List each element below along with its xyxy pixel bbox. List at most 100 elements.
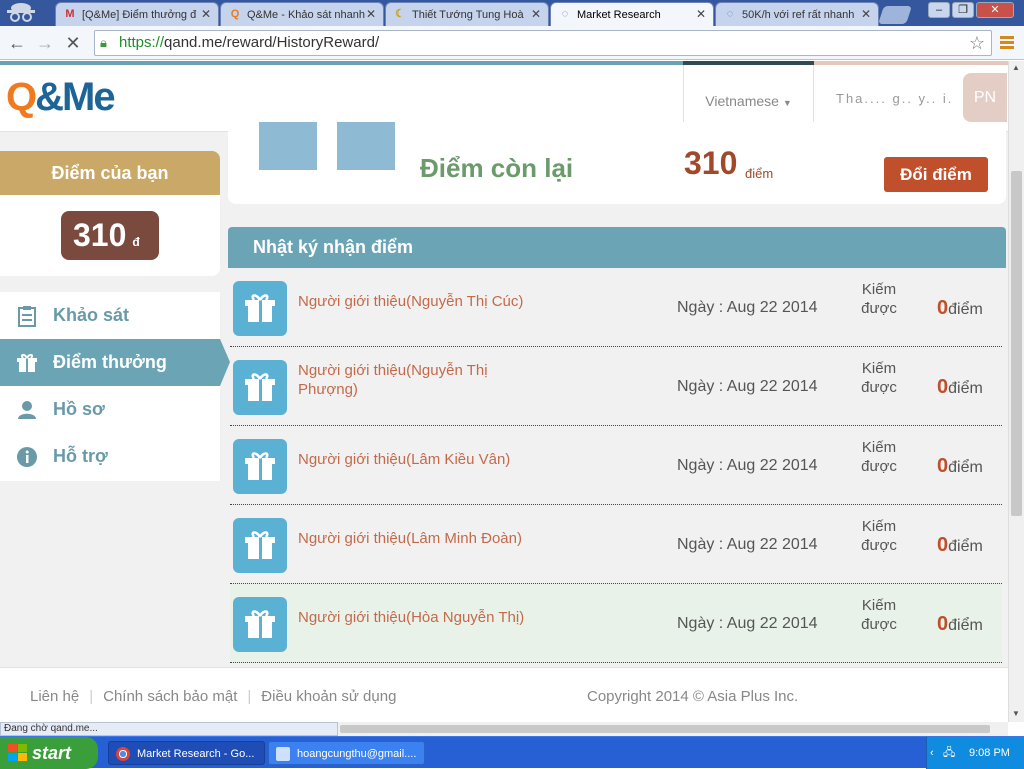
header-stripe	[814, 61, 1008, 65]
log-date: Ngày : Aug 22 2014	[677, 615, 818, 632]
terms-link[interactable]: Điều khoản sử dụng	[261, 688, 396, 705]
sidebar: Khảo sát Điểm thưởng Hồ sơ Hỗ trợ	[0, 292, 230, 481]
incognito-profile-icon[interactable]	[4, 1, 44, 25]
system-tray: ‹ 🖧︎ 9:08 PM	[926, 737, 1024, 769]
header-stripe	[0, 61, 683, 65]
sidebar-item-rewards[interactable]: Điểm thưởng	[0, 339, 230, 386]
earned-points: 0điểm	[937, 297, 983, 319]
sidebar-item-survey[interactable]: Khảo sát	[0, 292, 220, 339]
document-icon	[276, 747, 290, 761]
copyright: Copyright 2014 © Asia Plus Inc.	[587, 688, 799, 705]
close-tab-icon[interactable]: ✕	[696, 7, 706, 21]
page-viewport: Q&Me Vietnamese ▼ Tha.... g.. y.. i. PN …	[0, 61, 1008, 722]
divider: |	[89, 688, 94, 705]
points-log-list: Người giới thiệu(Nguyễn Thị Cúc) Ngày : …	[230, 268, 1002, 663]
earned-points: 0điểm	[937, 613, 983, 635]
browser-tab-2[interactable]: Q Q&Me - Khảo sát nhanh ✕	[220, 2, 384, 26]
browser-tab-5[interactable]: ◌ 50K/h với ref rất nhanh ✕	[715, 2, 879, 26]
sidebar-item-support[interactable]: Hỗ trợ	[0, 433, 220, 480]
browser-menu-icon[interactable]	[1000, 36, 1014, 50]
qme-logo[interactable]: Q&Me	[6, 75, 116, 120]
scrollbar-thumb[interactable]	[1011, 171, 1022, 516]
earned-label: Kiếm được	[861, 597, 897, 633]
stop-loading-icon[interactable]: ✕	[62, 32, 84, 54]
restore-window-button[interactable]: ❐	[952, 2, 974, 18]
footer-links: Liên hệ | Chính sách bảo mật | Điều khoản sử…	[30, 688, 396, 705]
redeem-points-button[interactable]: Đổi điểm	[884, 157, 988, 192]
new-tab-button[interactable]	[878, 6, 912, 24]
clock[interactable]: 9:08 PM	[969, 737, 1010, 769]
score-card: Điểm của bạn 310 đ	[0, 151, 220, 276]
taskbar-mail-window[interactable]: hoangcungthu@gmail....	[268, 741, 425, 765]
balance-unit: điểm	[745, 166, 774, 181]
close-tab-icon[interactable]: ✕	[861, 7, 871, 21]
chrome-icon	[116, 747, 130, 761]
contact-link[interactable]: Liên hệ	[30, 688, 79, 705]
balance-label: Điểm còn lại	[420, 153, 574, 183]
bookmark-star-icon[interactable]: ☆	[969, 31, 985, 55]
gift-icon	[233, 360, 287, 415]
earned-label: Kiếm được	[861, 281, 897, 317]
horizontal-scrollbar[interactable]	[338, 722, 1008, 736]
points-log-header: Nhật ký nhận điểm	[228, 227, 1006, 268]
scroll-up-arrow-icon[interactable]: ▲	[1012, 63, 1020, 72]
referral-name-link[interactable]: Người giới thiệu(Hòa Nguyễn Thị)	[298, 608, 538, 627]
referral-name-link[interactable]: Người giới thiệu(Nguyễn Thị Cúc)	[298, 292, 538, 311]
avatar[interactable]: PN	[963, 73, 1007, 122]
browser-tab-strip: M [Q&Me] Điểm thưởng đ ✕ Q Q&Me - Khảo s…	[0, 0, 1024, 26]
start-button[interactable]: start	[0, 737, 98, 769]
log-date: Ngày : Aug 22 2014	[677, 536, 818, 553]
privacy-policy-link[interactable]: Chính sách bảo mật	[103, 688, 237, 705]
earned-label: Kiếm được	[861, 439, 897, 475]
divider: |	[247, 688, 252, 705]
scroll-down-arrow-icon[interactable]: ▼	[1012, 709, 1020, 718]
log-row: Người giới thiệu(Lâm Minh Đoàn) Ngày : A…	[230, 505, 1002, 584]
browser-tab-active[interactable]: ◌ Market Research ✕	[550, 2, 714, 26]
gift-icon	[17, 354, 37, 372]
earned-label: Kiếm được	[861, 518, 897, 554]
browser-toolbar: ← → ✕ 🔒︎ https://qand.me/reward/HistoryR…	[0, 26, 1024, 60]
info-icon	[17, 447, 37, 467]
network-icon[interactable]: 🖧︎	[943, 737, 955, 769]
address-bar[interactable]: 🔒︎ https://qand.me/reward/HistoryReward/…	[94, 30, 992, 56]
log-date: Ngày : Aug 22 2014	[677, 299, 818, 316]
gmail-icon: M	[65, 8, 75, 20]
browser-tab-3[interactable]: ☾ Thiết Tướng Tung Hoà ✕	[385, 2, 549, 26]
log-date: Ngày : Aug 22 2014	[677, 457, 818, 474]
sidebar-item-profile[interactable]: Hồ sơ	[0, 386, 220, 433]
browser-tab-1[interactable]: M [Q&Me] Điểm thưởng đ ✕	[55, 2, 219, 26]
earned-points: 0điểm	[937, 376, 983, 398]
forward-arrow-icon[interactable]: →	[34, 32, 56, 54]
log-row: Người giới thiệu(Hòa Nguyễn Thị) Ngày : …	[230, 584, 1002, 663]
gift-icon	[233, 439, 287, 494]
status-bubble: Đang chờ qand.me...	[0, 722, 338, 736]
minimize-window-button[interactable]: –	[928, 2, 950, 18]
balance-value: 310	[684, 145, 738, 181]
tray-expand-icon[interactable]: ‹	[930, 737, 934, 769]
loading-icon: ◌	[561, 8, 569, 20]
gift-icon	[233, 518, 287, 573]
site-footer: Liên hệ | Chính sách bảo mật | Điều khoản sử…	[0, 667, 1008, 722]
user-name[interactable]: Tha.... g.. y.. i.	[836, 91, 953, 106]
close-window-button[interactable]: ✕	[976, 2, 1014, 18]
close-tab-icon[interactable]: ✕	[201, 7, 211, 21]
clipboard-icon	[18, 306, 36, 327]
referral-name-link[interactable]: Người giới thiệu(Lâm Kiều Vân)	[298, 450, 538, 469]
referral-name-link[interactable]: Người giới thiệu(Nguyễn Thị Phượng)	[298, 361, 538, 399]
back-arrow-icon[interactable]: ←	[6, 32, 28, 54]
close-tab-icon[interactable]: ✕	[531, 7, 541, 21]
earned-points: 0điểm	[937, 455, 983, 477]
decorative-block	[337, 122, 395, 170]
gift-icon	[233, 281, 287, 336]
decorative-block	[259, 122, 317, 170]
lock-icon: 🔒︎	[100, 35, 107, 50]
taskbar-chrome-window[interactable]: Market Research - Go...	[108, 741, 265, 765]
windows-taskbar: start Market Research - Go... hoangcungt…	[0, 736, 1024, 769]
referral-name-link[interactable]: Người giới thiệu(Lâm Minh Đoàn)	[298, 529, 538, 548]
scrollbar-thumb[interactable]	[340, 725, 990, 733]
log-date: Ngày : Aug 22 2014	[677, 378, 818, 395]
vertical-scrollbar[interactable]: ▲ ▼	[1008, 61, 1024, 722]
close-tab-icon[interactable]: ✕	[366, 7, 376, 21]
loading-icon: ◌	[726, 8, 734, 20]
caret-down-icon: ▼	[782, 98, 792, 108]
